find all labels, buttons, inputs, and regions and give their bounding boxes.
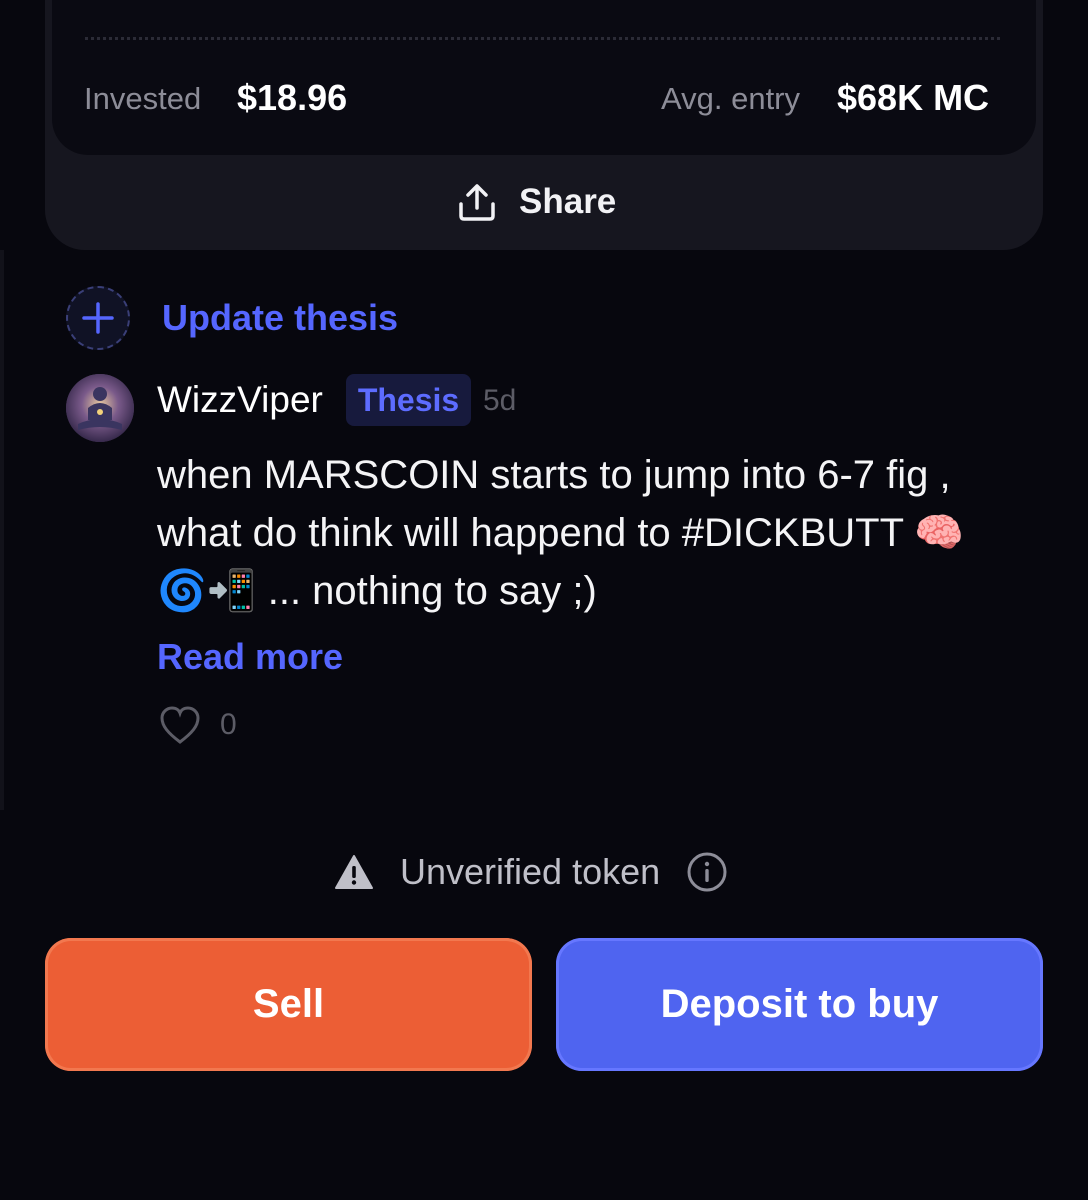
update-thesis-label: Update thesis xyxy=(162,297,399,338)
read-more-link[interactable]: Read more xyxy=(157,634,343,680)
unverified-token-notice: Unverified token xyxy=(334,850,728,894)
post-timestamp: 5d xyxy=(483,384,517,417)
deposit-to-buy-button[interactable]: Deposit to buy xyxy=(556,938,1043,1071)
update-thesis-button[interactable]: Update thesis xyxy=(66,286,398,350)
avg-entry-label: Avg. entry xyxy=(661,81,801,116)
post-author[interactable]: WizzViper xyxy=(157,378,323,422)
invested-value: $18.96 xyxy=(237,77,348,118)
avatar[interactable] xyxy=(66,374,134,442)
info-icon[interactable] xyxy=(686,851,728,893)
token-position-screen: Invested $18.96 Avg. entry $68K MC Share… xyxy=(0,0,1088,1200)
unverified-token-label: Unverified token xyxy=(400,851,661,892)
invested-label: Invested xyxy=(84,81,202,116)
share-icon xyxy=(459,184,495,221)
warning-icon xyxy=(335,855,373,889)
thesis-badge: Thesis xyxy=(346,374,471,426)
plus-icon xyxy=(66,286,130,350)
feed-edge xyxy=(0,250,4,810)
like-button[interactable]: 0 xyxy=(158,704,237,746)
like-count: 0 xyxy=(220,708,237,741)
sell-button[interactable]: Sell xyxy=(45,938,532,1071)
avg-entry-value: $68K MC xyxy=(837,77,990,118)
share-label: Share xyxy=(519,182,617,221)
heart-icon xyxy=(160,706,200,744)
post-body: when MARSCOIN starts to jump into 6-7 fi… xyxy=(157,453,965,613)
share-button[interactable]: Share xyxy=(457,180,616,224)
dotted-divider xyxy=(85,37,1000,40)
